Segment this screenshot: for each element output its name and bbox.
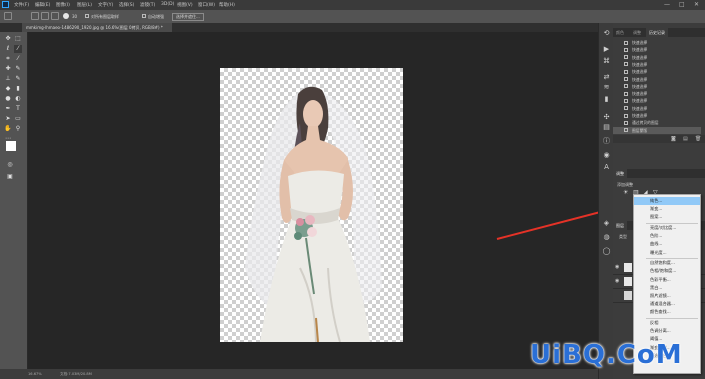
history-icon[interactable]: ⟲ xyxy=(602,29,611,38)
menu-item-curves[interactable]: 曲线... xyxy=(634,240,700,248)
brush-settings-icon[interactable]: ≋ xyxy=(602,83,611,92)
history-row[interactable]: 快速选择 xyxy=(613,54,701,61)
history-step-icon xyxy=(624,55,628,60)
history-step-icon xyxy=(624,47,628,52)
history-row[interactable]: 通过拷贝的图层 xyxy=(613,119,701,126)
history-panel-tabs: 颜色 调整 历史记录 xyxy=(613,28,705,37)
tab-history[interactable]: 历史记录 xyxy=(646,28,668,37)
paths-icon[interactable]: ◯ xyxy=(602,247,611,256)
history-row[interactable]: 快速选择 xyxy=(613,46,701,53)
menu-item-photo-filter[interactable]: 照片滤镜... xyxy=(634,292,700,300)
menu-item-color-balance[interactable]: 色彩平衡... xyxy=(634,276,700,284)
eye-icon[interactable]: ◉ xyxy=(615,264,619,270)
adjustments-icon[interactable]: ⇄ xyxy=(602,73,611,82)
eye-icon[interactable]: ◉ xyxy=(615,278,619,284)
character-icon[interactable]: A xyxy=(602,163,611,172)
tab-color[interactable]: 颜色 xyxy=(613,28,627,37)
history-row[interactable]: 快速选择 xyxy=(613,61,701,68)
menu-item-black-white[interactable]: 黑白... xyxy=(634,284,700,292)
add-adjustment-label: 添加调整 xyxy=(617,182,633,187)
history-step-icon xyxy=(624,113,628,118)
menu-item-vibrance[interactable]: 自然饱和度... xyxy=(634,259,700,267)
menu-item-solid-color[interactable]: 纯色... xyxy=(634,197,700,206)
menu-item-hue-saturation[interactable]: 色相/饱和度... xyxy=(634,267,700,275)
status-bar: 16.67% 文档:7.03M/20.8M xyxy=(0,369,598,379)
history-step-icon xyxy=(624,106,628,111)
new-document-icon[interactable]: ▤ xyxy=(683,136,688,142)
layer-kind-filter[interactable]: 类型 xyxy=(619,234,627,240)
history-step-icon xyxy=(624,62,628,67)
properties-icon[interactable]: ⌘ xyxy=(602,57,611,66)
menu-item-brightness-contrast[interactable]: 亮度/对比度... xyxy=(634,224,700,232)
history-row[interactable]: 快速选择 xyxy=(613,83,701,90)
history-row[interactable]: 快速选择 xyxy=(613,112,701,119)
history-step-icon xyxy=(624,98,628,103)
history-step-icon xyxy=(624,91,628,96)
zoom-level[interactable]: 16.67% xyxy=(28,372,42,376)
tab-adjustments[interactable]: 调整 xyxy=(613,169,627,178)
libraries-icon[interactable]: ▤ xyxy=(602,123,611,132)
history-row-selected[interactable]: 图层蒙版 xyxy=(613,126,701,134)
swatches-icon[interactable]: ▮ xyxy=(602,95,611,104)
history-row[interactable]: 快速选择 xyxy=(613,76,701,83)
history-step-icon xyxy=(624,120,628,125)
brightness-icon[interactable]: ☀ xyxy=(623,189,628,196)
menu-item-pattern[interactable]: 图案... xyxy=(634,213,700,221)
menu-item-levels[interactable]: 色阶... xyxy=(634,232,700,240)
history-row[interactable]: 快速选择 xyxy=(613,39,701,46)
tab-layers[interactable]: 图层 xyxy=(613,221,627,230)
layers-icon[interactable]: ◈ xyxy=(602,219,611,228)
layer-thumbnail xyxy=(624,263,632,272)
history-row[interactable]: 快速选择 xyxy=(613,90,701,97)
channels-icon[interactable]: ◍ xyxy=(602,233,611,242)
menu-item-channel-mixer[interactable]: 通道混合器... xyxy=(634,300,700,308)
menu-item-invert[interactable]: 反相 xyxy=(634,319,700,327)
history-step-icon xyxy=(624,40,628,45)
history-step-icon xyxy=(624,128,628,133)
styles-icon[interactable]: ✣ xyxy=(602,113,611,122)
document-info: 文档:7.03M/20.8M xyxy=(60,372,92,376)
layer-thumbnail xyxy=(624,291,632,300)
menu-item-gradient[interactable]: 渐变... xyxy=(634,205,700,213)
trash-icon[interactable]: 🗑 xyxy=(695,136,701,142)
site-watermark: UiBQ.CoM xyxy=(530,340,683,370)
history-step-icon xyxy=(624,69,628,74)
history-step-icon xyxy=(624,84,628,89)
new-snapshot-icon[interactable]: ◙ xyxy=(671,136,676,142)
color-icon[interactable]: ◉ xyxy=(602,151,611,160)
tab-adjust[interactable]: 调整 xyxy=(630,28,644,37)
layer-thumbnail xyxy=(624,277,632,286)
info-icon[interactable]: ⓘ xyxy=(602,137,611,146)
panel-icon-strip: ⟲ ▶ ⌘ ⇄ ≋ ▮ ✣ ▤ ⓘ ◉ A ◈ ◍ ◯ xyxy=(598,23,614,379)
history-row[interactable]: 快速选择 xyxy=(613,68,701,75)
menu-item-exposure[interactable]: 曝光度... xyxy=(634,249,700,257)
menu-item-color-lookup[interactable]: 颜色查找... xyxy=(634,308,700,316)
play-actions-icon[interactable]: ▶ xyxy=(602,45,611,54)
history-row[interactable]: 快速选择 xyxy=(613,97,701,104)
history-footer: ◙ ▤ 🗑 xyxy=(613,135,705,143)
adjust-panel-tabs: 调整 xyxy=(613,169,705,178)
history-step-icon xyxy=(624,77,628,81)
history-row[interactable]: 快速选择 xyxy=(613,105,701,112)
